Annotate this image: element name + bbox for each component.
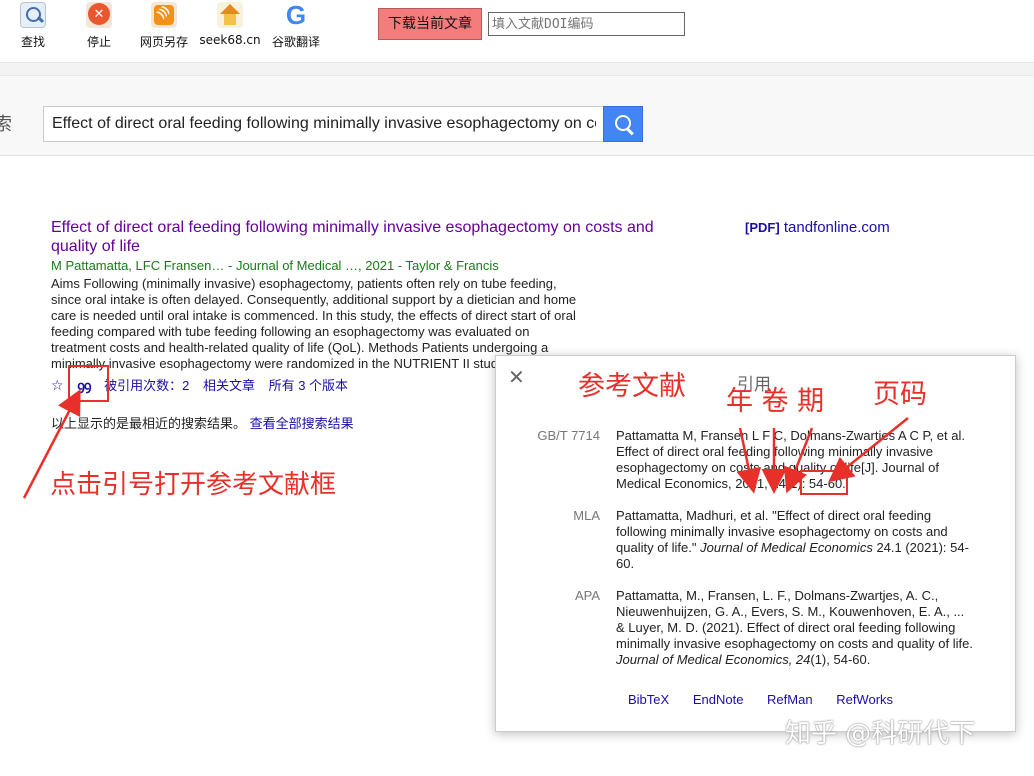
view-all-results-link[interactable]: 查看全部搜索结果 (250, 416, 354, 431)
related-articles-link[interactable]: 相关文章 (203, 378, 255, 393)
citation-fragment: quality of life." (616, 540, 697, 555)
snippet-line: Aims Following (minimally invasive) esop… (51, 276, 557, 291)
pages-highlight-box (800, 470, 848, 495)
export-bibtex-link[interactable]: BibTeX (628, 692, 669, 707)
citation-fragment: (1), 54-60. (810, 652, 871, 667)
citation-line: Pattamatta M, Fransen L F C, Dolmans-Zwa… (616, 428, 965, 443)
snippet-line: treatment costs and health-related quali… (51, 340, 549, 355)
close-icon[interactable]: ✕ (508, 368, 525, 388)
citation-format: APA (574, 588, 600, 603)
pdf-link[interactable]: [PDF] tandfonline.com (745, 219, 890, 236)
citation-format: GB/T 7714 (537, 428, 600, 443)
citation-line: Medical Economics, 2021, 24(1): 54-60. (616, 476, 846, 491)
export-endnote-link[interactable]: EndNote (693, 692, 744, 707)
result-title-link[interactable]: Effect of direct oral feeding following … (51, 218, 691, 256)
annotation-references: 参考文献 (578, 371, 686, 402)
annotation-year-volume-issue: 年 卷 期 (726, 386, 825, 417)
annotation-pages: 页码 (873, 379, 927, 410)
save-star-icon[interactable]: ☆ (51, 377, 64, 393)
cited-by-link[interactable]: 被引用次数：2 (104, 378, 189, 393)
save-page-label: 网页另存 (139, 35, 188, 49)
citation-line: 60. (616, 556, 635, 571)
download-article-button[interactable]: 下载当前文章 (378, 8, 482, 40)
stop-label: 停止 (86, 35, 111, 49)
google-translate-button[interactable]: G 谷歌翻译 (264, 2, 328, 52)
citation-line: quality of life." Journal of Medical Eco… (616, 540, 976, 556)
find-label: 查找 (20, 35, 45, 49)
doi-input[interactable] (488, 12, 685, 36)
search-icon (20, 2, 46, 28)
citation-line: Nieuwenhuijzen, G. A., Evers, S. M., Kou… (616, 604, 965, 619)
citation-line: & Luyer, M. D. (2021). Effect of direct … (616, 620, 956, 635)
snippet-line: care is needed until oral intake is comm… (51, 308, 576, 323)
seek68-label: seek68.cn (199, 33, 261, 47)
result-authors: M Pattamatta, LFC Fransen… - Journal of … (51, 258, 499, 273)
search-label-fragment: 索 (0, 114, 12, 135)
citation-line: Effect of direct oral feeding following … (616, 444, 933, 459)
export-refworks-link[interactable]: RefWorks (836, 692, 893, 707)
export-refman-link[interactable]: RefMan (767, 692, 813, 707)
citation-line: Pattamatta, M., Fransen, L. F., Dolmans-… (616, 588, 939, 603)
snippet-line: feeding compared with tube feeding follo… (51, 324, 530, 339)
google-icon: G (285, 0, 307, 30)
citation-text[interactable]: Pattamatta M, Fransen L F C, Dolmans-Zwa… (616, 428, 976, 492)
search-info-text: 以上显示的是最相近的搜索结果。 (51, 416, 247, 431)
rss-save-icon (151, 2, 177, 28)
home-icon (217, 2, 243, 28)
pdf-source: tandfonline.com (783, 219, 890, 236)
watermark: 知乎 @科研代下 (785, 719, 976, 749)
journal-name: Journal of Medical Economics, 24 (616, 652, 811, 667)
search-info: 以上显示的是最相近的搜索结果。 查看全部搜索结果 (51, 413, 354, 432)
snippet-line: since oral intake is often delayed. Cons… (51, 292, 577, 307)
export-links: BibTeX EndNote RefMan RefWorks (628, 692, 893, 707)
citation-text[interactable]: Pattamatta, Madhuri, et al. "Effect of d… (616, 508, 976, 572)
browser-toolbar: 查找 停止 网页另存 seek68.cn G 谷歌翻译 下载当前文章 (0, 0, 1034, 54)
search-input[interactable] (43, 106, 604, 142)
citation-line: Pattamatta, Madhuri, et al. "Effect of d… (616, 508, 932, 523)
citation-text[interactable]: Pattamatta, M., Fransen, L. F., Dolmans-… (616, 588, 976, 668)
journal-name: Journal of Medical Economics (700, 540, 873, 555)
stop-button[interactable]: 停止 (67, 2, 131, 52)
all-versions-link[interactable]: 所有 3 个版本 (269, 378, 348, 393)
search-button[interactable] (603, 106, 643, 142)
save-page-button[interactable]: 网页另存 (132, 2, 196, 52)
citation-line: minimally invasive esophagectomy on cost… (616, 636, 973, 651)
stop-icon (86, 2, 112, 28)
citation-line: Journal of Medical Economics, 24(1), 54-… (616, 652, 976, 668)
find-button[interactable]: 查找 (1, 2, 65, 52)
seek68-button[interactable]: seek68.cn (198, 2, 262, 52)
citation-line: following minimally invasive esophagecto… (616, 524, 948, 539)
quote-highlight-box (68, 365, 109, 402)
pdf-tag: [PDF] (745, 220, 780, 235)
citation-fragment: 24.1 (2021): 54- (872, 540, 969, 555)
citation-format: MLA (573, 508, 600, 523)
google-translate-label: 谷歌翻译 (271, 35, 320, 49)
citation-line: esophagectomy on costs and quality of li… (616, 460, 940, 475)
toolbar-divider (0, 62, 1034, 76)
annotation-click-hint: 点击引号打开参考文献框 (50, 470, 337, 500)
